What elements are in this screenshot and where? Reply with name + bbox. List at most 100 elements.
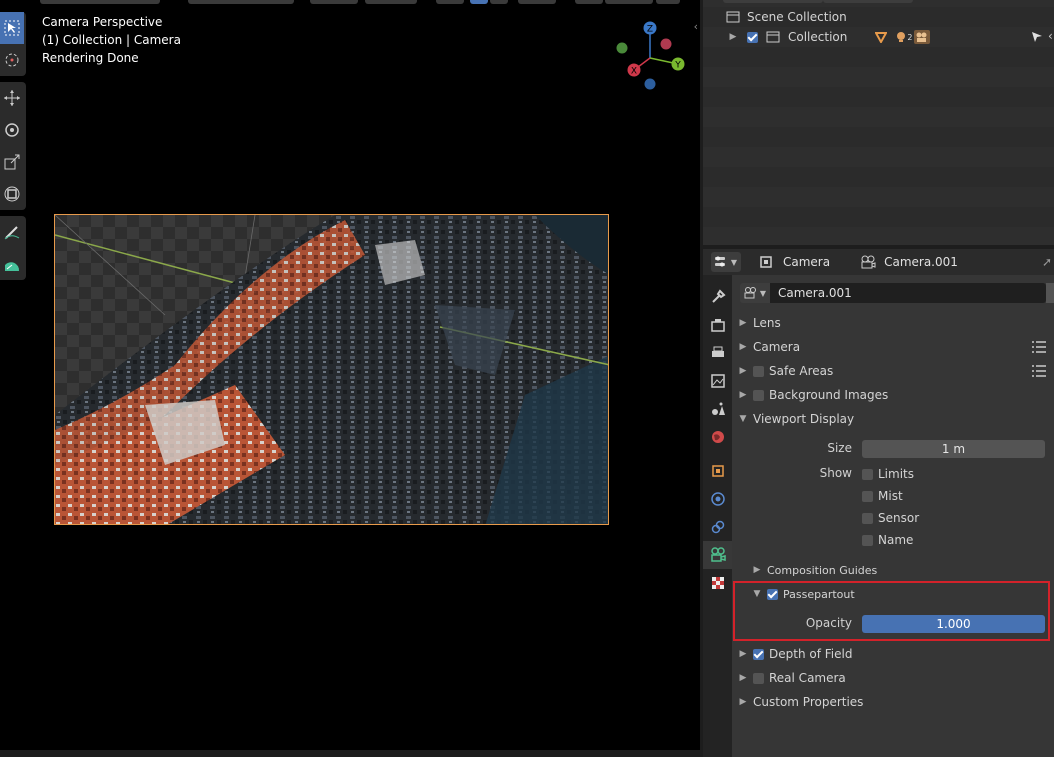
navigation-gizmo[interactable]: Z Y X — [610, 18, 690, 98]
rotate-tool[interactable] — [0, 114, 24, 146]
properties-header: ▼ Camera Camera.001 ➚ — [703, 249, 1054, 275]
image-icon — [710, 374, 725, 388]
passepartout-highlight-box — [733, 581, 1050, 641]
outliner-row-collection[interactable]: ▶ Collection 2 ‹ — [703, 27, 1054, 47]
panel-depth-of-field-header[interactable]: ▶ Depth of Field — [732, 644, 1054, 664]
physics-icon — [710, 492, 725, 506]
presets-list-icon[interactable] — [1032, 365, 1046, 377]
background-images-checkbox[interactable] — [753, 389, 764, 401]
subpanel-composition-guides-header[interactable]: ▶ Composition Guides — [732, 560, 1054, 580]
measure-tool[interactable] — [0, 248, 24, 280]
limits-checkbox[interactable] — [862, 468, 873, 480]
mesh-filter-icon[interactable] — [875, 31, 888, 43]
light-count-badge: 2 — [907, 32, 913, 42]
sensor-checkbox[interactable] — [862, 512, 873, 524]
composition-guides-label: Composition Guides — [767, 563, 878, 577]
tab-camera-data[interactable] — [703, 541, 732, 569]
measure-icon — [5, 262, 20, 271]
datablock-name-field[interactable]: Camera.001 — [770, 283, 1046, 303]
show-sensor-option[interactable]: Sensor — [862, 509, 1042, 527]
show-name-option[interactable]: Name — [862, 531, 1042, 549]
annotate-tool[interactable] — [0, 216, 24, 248]
pin-icon[interactable]: ➚ — [1042, 255, 1052, 269]
3d-viewport[interactable]: Camera Perspective (1) Collection | Came… — [0, 0, 700, 750]
tab-constraints[interactable] — [703, 513, 732, 541]
properties-tabs — [703, 275, 732, 757]
select-box-icon — [4, 20, 20, 36]
real-camera-checkbox[interactable] — [753, 672, 764, 684]
properties-content: ▼ Camera.001 ▶ Lens ▶ Camera ▶ Safe Areas ▶… — [732, 275, 1054, 757]
tab-render[interactable] — [703, 311, 732, 339]
gizmo-neg-z-axis[interactable] — [644, 78, 656, 90]
outliner[interactable]: Scene Collection ▶ Collection 2 ‹ — [703, 0, 1054, 245]
tab-scene[interactable] — [703, 395, 732, 423]
scale-tool[interactable] — [0, 146, 24, 178]
gizmo-neg-y-axis[interactable] — [616, 42, 628, 54]
scale-icon — [4, 154, 20, 170]
panel-viewport-display-label: Viewport Display — [753, 412, 855, 426]
view-name-label: Camera Perspective — [42, 15, 163, 29]
breadcrumb-object[interactable]: Camera — [783, 255, 830, 269]
name-checkbox[interactable] — [862, 534, 873, 546]
fake-user-button[interactable] — [1046, 283, 1054, 303]
safe-areas-checkbox[interactable] — [753, 365, 764, 377]
tab-physics[interactable] — [703, 485, 732, 513]
selectable-cursor-icon[interactable] — [1031, 31, 1043, 43]
mist-checkbox[interactable] — [862, 490, 873, 502]
tab-object[interactable] — [703, 457, 732, 485]
presets-list-icon[interactable] — [1032, 341, 1046, 353]
tab-output[interactable] — [703, 339, 732, 367]
gizmo-neg-x-axis[interactable] — [660, 38, 672, 50]
constraint-icon — [711, 520, 724, 534]
panel-camera-label: Camera — [753, 340, 801, 354]
object-props-icon — [711, 465, 724, 477]
size-field[interactable]: 1 m — [862, 440, 1045, 458]
outliner-row-scene-collection[interactable]: Scene Collection — [703, 7, 1054, 27]
camera-object-icon[interactable] — [914, 30, 931, 44]
panel-collapsed-icon: ▶ — [739, 390, 747, 400]
camera-frame — [54, 214, 609, 525]
camera-browse-icon — [744, 287, 756, 299]
panel-lens-header[interactable]: ▶ Lens — [732, 313, 1054, 333]
show-mist-option[interactable]: Mist — [862, 487, 1042, 505]
show-limits-option[interactable]: Limits — [862, 465, 1042, 483]
move-tool[interactable] — [0, 82, 24, 114]
tab-view-layer[interactable] — [703, 367, 732, 395]
light-icon[interactable] — [895, 31, 907, 43]
panel-custom-properties-header[interactable]: ▶ Custom Properties — [732, 692, 1054, 712]
collection-object-label: (1) Collection | Camera — [42, 33, 181, 47]
editor-type-dropdown[interactable]: ▼ — [711, 252, 741, 272]
expand-collection-icon[interactable]: ▶ — [726, 32, 740, 42]
panel-real-camera-label: Real Camera — [769, 671, 846, 685]
scene-collection-label: Scene Collection — [747, 10, 847, 24]
texture-icon — [711, 577, 724, 589]
size-label: Size — [827, 441, 852, 455]
panel-camera-header[interactable]: ▶ Camera — [732, 337, 1054, 357]
camera-data-icon — [861, 255, 876, 269]
breadcrumb-camera-data[interactable]: Camera.001 — [884, 255, 958, 269]
world-icon — [711, 431, 724, 443]
panel-real-camera-header[interactable]: ▶ Real Camera — [732, 668, 1054, 688]
collection-exclude-checkbox[interactable] — [747, 31, 758, 43]
gizmo-x-label: X — [631, 67, 637, 77]
limits-label: Limits — [878, 467, 914, 481]
panel-viewport-display-header[interactable]: ▼ Viewport Display — [732, 409, 1054, 429]
browse-camera-data-button[interactable]: ▼ — [740, 283, 770, 303]
tab-texture[interactable] — [703, 569, 732, 597]
select-box-tool[interactable] — [0, 12, 24, 44]
tab-world[interactable] — [703, 423, 732, 451]
wrench-icon — [711, 289, 726, 303]
panel-collapsed-icon: ▶ — [739, 673, 747, 683]
sidebar-toggle-icon[interactable]: ‹ — [694, 20, 698, 33]
chevron-down-icon: ▼ — [759, 288, 767, 298]
transform-tool[interactable] — [0, 178, 24, 210]
panel-depth-of-field-label: Depth of Field — [769, 647, 853, 661]
panel-background-images-header[interactable]: ▶ Background Images — [732, 385, 1054, 405]
tab-tool[interactable] — [703, 283, 732, 311]
printer-icon — [711, 346, 724, 357]
cursor-tool[interactable] — [0, 44, 24, 76]
panel-collapsed-icon: ▶ — [739, 342, 747, 352]
depth-of-field-checkbox[interactable] — [753, 648, 764, 660]
visibility-toggle-icon[interactable]: ‹ — [1048, 29, 1053, 43]
panel-safe-areas-header[interactable]: ▶ Safe Areas — [732, 361, 1054, 381]
